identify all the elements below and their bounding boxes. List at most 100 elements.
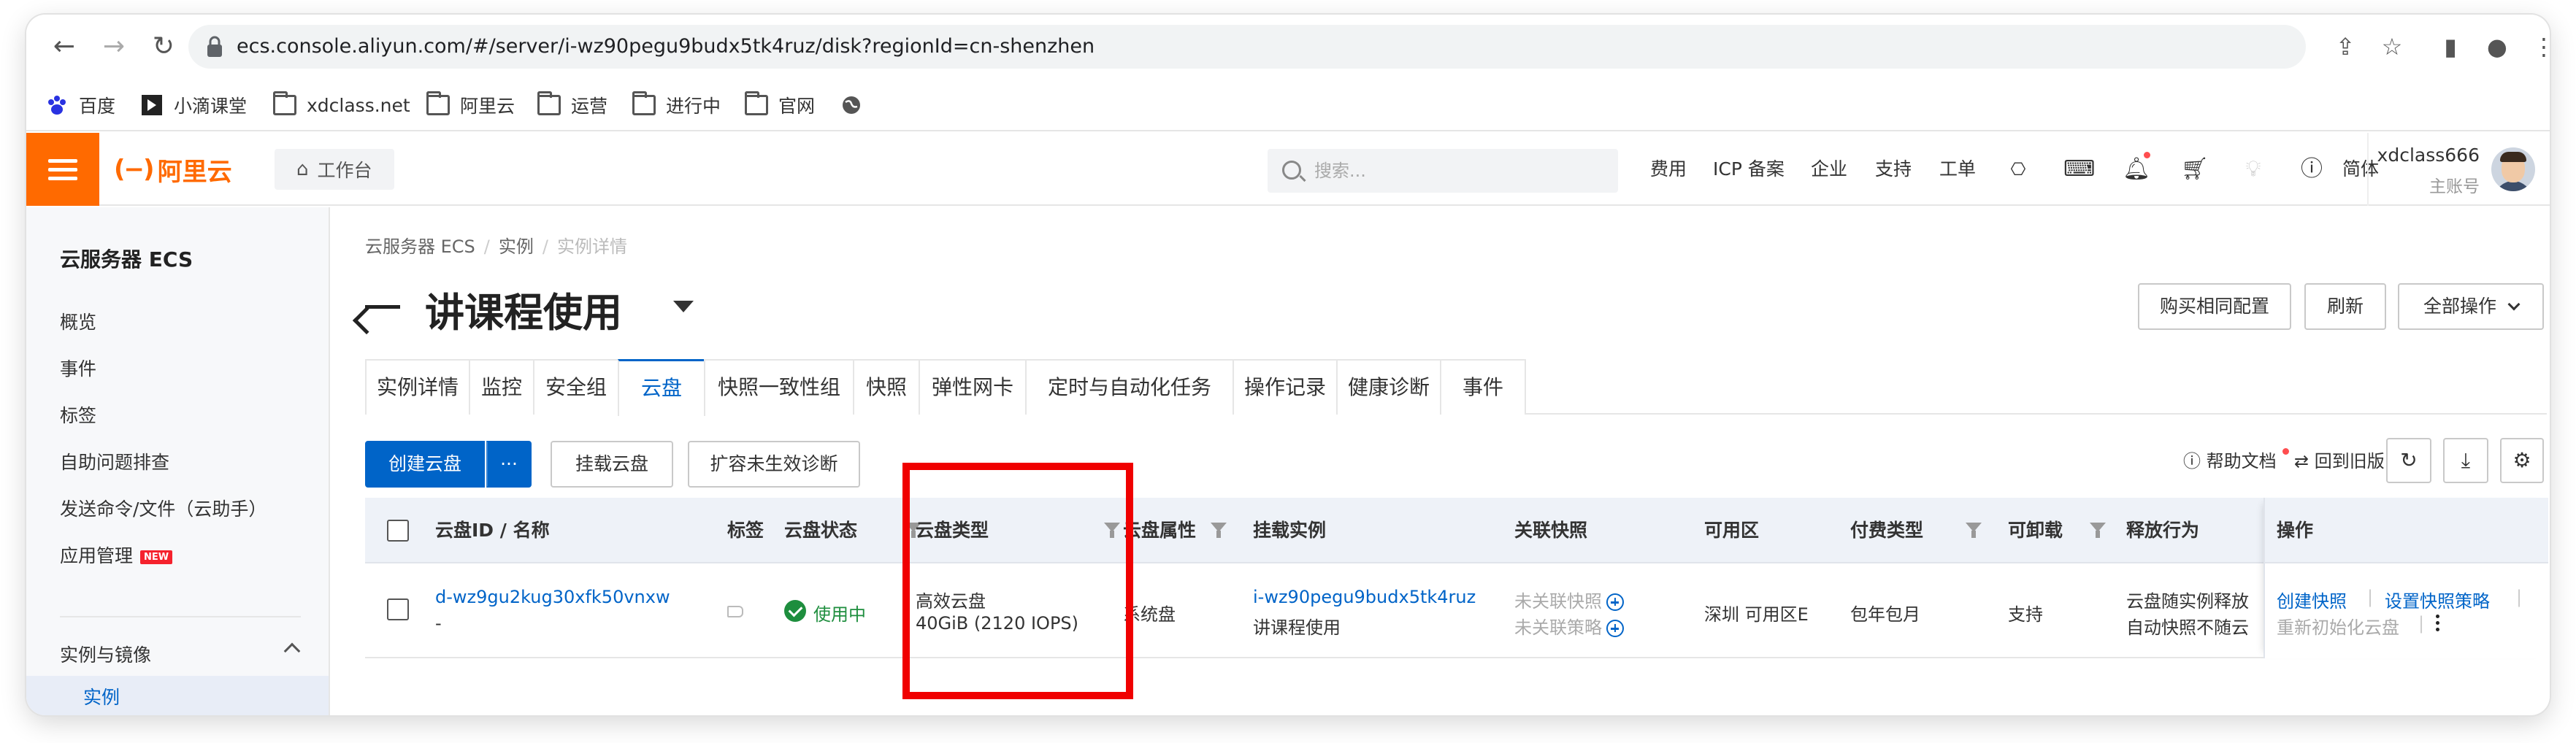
more-vert-icon[interactable] bbox=[2436, 615, 2440, 634]
share-icon[interactable]: ⇪ bbox=[2329, 31, 2361, 63]
bookmark-xiaodi[interactable]: 小滴课堂 bbox=[140, 92, 247, 118]
download-icon[interactable]: ⤓ bbox=[2443, 438, 2488, 483]
profile-icon[interactable]: ● bbox=[2481, 31, 2513, 63]
tab-security-groups[interactable]: 安全组 bbox=[533, 359, 619, 415]
create-snapshot-link[interactable]: 创建快照 bbox=[2277, 587, 2347, 612]
back-icon[interactable]: ← bbox=[48, 31, 80, 63]
sidepanel-icon[interactable]: ▮ bbox=[2434, 31, 2466, 63]
settings-gear-icon[interactable]: ⚙ bbox=[2500, 438, 2544, 483]
enterprise-link[interactable]: 企业 bbox=[1811, 133, 1847, 206]
search-input[interactable]: 搜索... bbox=[1268, 149, 1618, 193]
instance-id-link[interactable]: i-wz90pegu9budx5tk4ruz bbox=[1253, 587, 1476, 607]
attr-filter-icon[interactable] bbox=[1211, 523, 1227, 538]
select-all-checkbox[interactable] bbox=[387, 520, 409, 542]
sidebar-item-overview[interactable]: 概览 bbox=[60, 308, 96, 334]
tab-instance-details[interactable]: 实例详情 bbox=[365, 359, 470, 415]
all-actions-button[interactable]: 全部操作 bbox=[2398, 283, 2544, 330]
support-link[interactable]: 支持 bbox=[1875, 133, 1912, 206]
more-actions-button[interactable]: ··· bbox=[486, 441, 532, 488]
bookmark-ops[interactable]: 运营 bbox=[537, 91, 607, 118]
chevron-up-icon[interactable] bbox=[283, 642, 301, 660]
attach-disk-button[interactable]: 挂载云盘 bbox=[551, 441, 673, 488]
header-zone: 可用区 bbox=[1704, 520, 1760, 541]
folder-icon bbox=[632, 91, 656, 115]
disk-status: 使用中 bbox=[813, 604, 866, 625]
folder-icon bbox=[426, 91, 450, 115]
bookmark-globe[interactable] bbox=[840, 92, 873, 118]
expand-diagnosis-button[interactable]: 扩容未生效诊断 bbox=[688, 441, 860, 488]
header-operations: 操作 bbox=[2277, 520, 2314, 541]
sidebar-item-instances[interactable]: 实例 bbox=[26, 676, 329, 715]
tab-events[interactable]: 事件 bbox=[1440, 359, 1526, 415]
help-doc-link[interactable]: ⓘ 帮助文档 bbox=[2183, 447, 2277, 472]
sidebar-item-cloud-assistant[interactable]: 发送命令/文件（云助手） bbox=[60, 495, 267, 521]
operations-column: 操作 创建快照 | 设置快照策略 | 重新初始化云盘 | bbox=[2263, 498, 2548, 658]
set-snapshot-policy-link[interactable]: 设置快照策略 bbox=[2385, 587, 2490, 612]
billing-filter-icon[interactable] bbox=[1966, 523, 1982, 538]
sidebar-item-app-management[interactable]: 应用管理 NEW bbox=[60, 542, 173, 568]
workbench-button[interactable]: ⌂ 工作台 bbox=[275, 149, 394, 190]
header-billing: 付费类型 bbox=[1850, 520, 1924, 541]
terminal-icon[interactable]: ⌨ bbox=[2063, 155, 2095, 184]
back-arrow-icon[interactable] bbox=[365, 305, 400, 309]
breadcrumb-ecs[interactable]: 云服务器 ECS bbox=[365, 236, 475, 257]
api-icon[interactable]: ⎔ bbox=[2004, 155, 2033, 184]
bookmark-inprogress[interactable]: 进行中 bbox=[632, 91, 721, 118]
address-bar[interactable]: ecs.console.aliyun.com/#/server/i-wz90pe… bbox=[188, 25, 2306, 69]
bookmark-baidu[interactable]: 百度 bbox=[45, 92, 115, 118]
avatar[interactable] bbox=[2491, 147, 2535, 191]
bulb-icon[interactable]: 💡︎ bbox=[2239, 155, 2268, 184]
refresh-button[interactable]: 刷新 bbox=[2304, 283, 2386, 330]
tab-snapshots[interactable]: 快照 bbox=[853, 359, 920, 415]
operations-header: 操作 bbox=[2265, 498, 2548, 563]
tab-monitoring[interactable]: 监控 bbox=[469, 359, 534, 415]
icp-link[interactable]: ICP 备案 bbox=[1713, 133, 1785, 206]
old-version-link[interactable]: ⇄ 回到旧版 bbox=[2294, 447, 2385, 472]
bookmark-xdclass[interactable]: xdclass.net bbox=[273, 91, 410, 118]
tab-eni[interactable]: 弹性网卡 bbox=[919, 359, 1027, 415]
tag-icon[interactable] bbox=[727, 606, 743, 617]
tab-operation-log[interactable]: 操作记录 bbox=[1233, 359, 1338, 415]
zone: 深圳 可用区E bbox=[1704, 604, 1809, 625]
row-checkbox[interactable] bbox=[387, 598, 409, 620]
user-menu[interactable]: xdclass666 主账号 bbox=[2367, 133, 2550, 206]
tab-disks[interactable]: 云盘 bbox=[618, 359, 705, 416]
release-behavior-1: 云盘随实例释放 bbox=[2126, 591, 2249, 612]
snapshot-policy-link[interactable]: 未关联策略 bbox=[1514, 613, 1624, 639]
snapshot-link[interactable]: 未关联快照 bbox=[1514, 587, 1624, 612]
help-icon[interactable]: ⓘ bbox=[2297, 155, 2326, 184]
sidebar-item-events[interactable]: 事件 bbox=[60, 355, 96, 381]
forward-icon[interactable]: → bbox=[98, 31, 130, 63]
sidebar-item-troubleshoot[interactable]: 自助问题排查 bbox=[60, 448, 169, 474]
reload-icon[interactable]: ↻ bbox=[147, 31, 180, 63]
tab-snapshot-consistency[interactable]: 快照一致性组 bbox=[704, 359, 854, 415]
breadcrumb-instances[interactable]: 实例 bbox=[499, 236, 534, 257]
aliyun-logo[interactable]: (−) 阿里云 bbox=[114, 153, 232, 187]
detachable-filter-icon[interactable] bbox=[2090, 523, 2106, 538]
tab-scheduled-tasks[interactable]: 定时与自动化任务 bbox=[1025, 359, 1234, 415]
more-vert-icon[interactable]: ⋮ bbox=[2528, 31, 2550, 63]
disk-id-link[interactable]: d-wz9gu2kug30xfk50vnxw bbox=[435, 587, 670, 607]
reinit-disk-link[interactable]: 重新初始化云盘 bbox=[2277, 613, 2399, 639]
add-circle-icon[interactable] bbox=[1606, 620, 1624, 637]
bell-icon[interactable]: 🔔︎ bbox=[2122, 155, 2151, 184]
lock-icon bbox=[207, 36, 222, 57]
sidebar-item-tags[interactable]: 标签 bbox=[60, 401, 96, 428]
ticket-link[interactable]: 工单 bbox=[1939, 133, 1976, 206]
add-circle-icon[interactable] bbox=[1606, 593, 1624, 611]
fee-link[interactable]: 费用 bbox=[1650, 133, 1687, 206]
sidebar-group-instances-images[interactable]: 实例与镜像 bbox=[60, 641, 151, 667]
bookmark-official[interactable]: 官网 bbox=[745, 91, 815, 118]
star-icon[interactable]: ☆ bbox=[2376, 31, 2408, 63]
refresh-icon[interactable]: ↻ bbox=[2386, 438, 2431, 483]
instance-name: 讲课程使用 bbox=[1253, 617, 1341, 638]
caret-down-icon[interactable] bbox=[673, 301, 694, 312]
tab-health-diagnosis[interactable]: 健康诊断 bbox=[1336, 359, 1441, 415]
create-disk-button[interactable]: 创建云盘 bbox=[365, 441, 485, 488]
cart-icon[interactable]: 🛒︎ bbox=[2180, 155, 2209, 184]
table-header: 云盘ID / 名称 标签 云盘状态 云盘类型 云盘属性 挂载实例 关联快照 可用… bbox=[365, 498, 2547, 563]
bookmark-aliyun[interactable]: 阿里云 bbox=[426, 91, 515, 118]
buy-same-config-button[interactable]: 购买相同配置 bbox=[2138, 283, 2291, 330]
menu-icon[interactable] bbox=[26, 133, 99, 206]
search-icon bbox=[1282, 161, 1301, 180]
